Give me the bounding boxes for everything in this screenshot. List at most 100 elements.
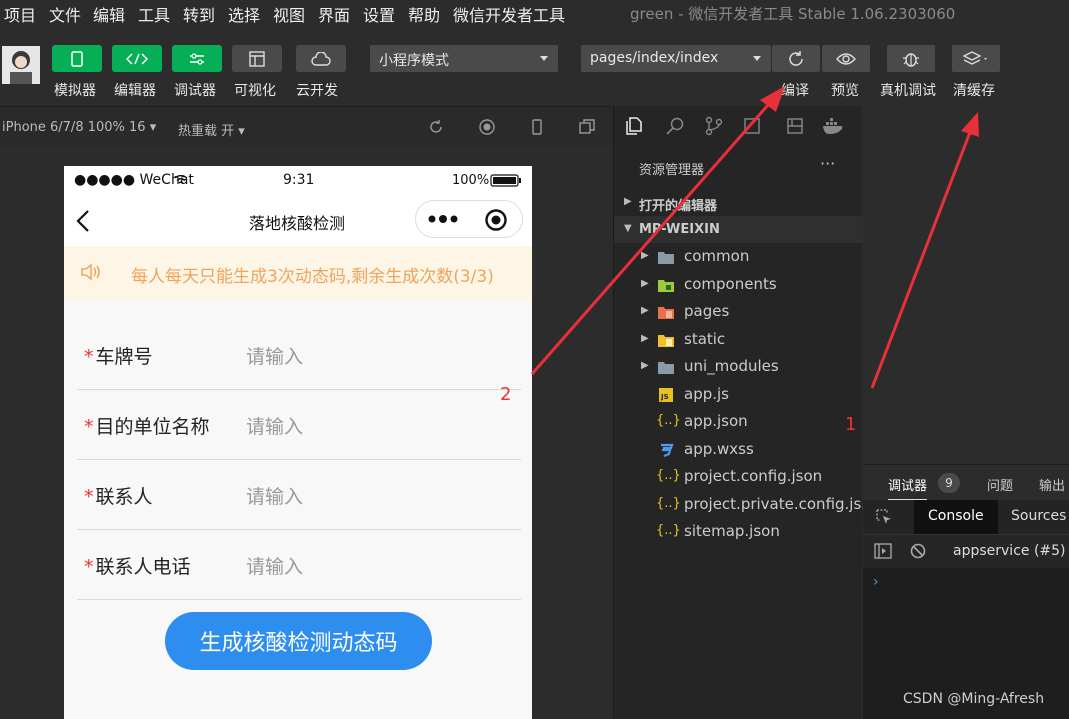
context-select[interactable]: appservice (#5) bbox=[953, 543, 1066, 559]
tree-folder-components[interactable]: ▶ components bbox=[614, 272, 863, 299]
compile-label: 编译 bbox=[781, 83, 809, 99]
tree-folder-pages[interactable]: ▶ pages bbox=[614, 299, 863, 326]
extensions-icon[interactable] bbox=[785, 116, 805, 136]
detach-window-icon[interactable] bbox=[578, 118, 596, 136]
search-icon[interactable] bbox=[665, 116, 685, 136]
wifi-icon bbox=[174, 175, 188, 184]
console-prompt: › bbox=[873, 574, 879, 590]
form-row-plate: * 车牌号 请输入 bbox=[77, 320, 521, 390]
tree-folder-static[interactable]: ▶ static bbox=[614, 327, 863, 354]
menu-settings[interactable]: 设置 bbox=[363, 2, 395, 26]
plate-input[interactable]: 请输入 bbox=[246, 342, 303, 369]
menu-file[interactable]: 文件 bbox=[49, 2, 81, 26]
remote-debug-button[interactable] bbox=[887, 45, 935, 72]
menu-select[interactable]: 选择 bbox=[228, 2, 260, 26]
device-select[interactable]: iPhone 6/7/8 100% 16 ▾ bbox=[2, 120, 156, 135]
clear-cache-label: 清缓存 bbox=[953, 83, 995, 99]
bug-icon bbox=[903, 52, 919, 67]
code-icon bbox=[126, 52, 148, 65]
notice-bar: 每人每天只能生成3次动态码,剩余生成次数(3/3) bbox=[64, 246, 532, 300]
tab-output[interactable]: 输出 bbox=[1039, 475, 1065, 494]
back-icon[interactable] bbox=[76, 210, 90, 232]
devtools-window: 项目 文件 编辑 工具 转到 选择 视图 界面 设置 帮助 微信开发者工具 gr… bbox=[0, 0, 1069, 719]
more-dots-icon[interactable] bbox=[428, 213, 458, 225]
console-output[interactable]: › CSDN @Ming-Afresh bbox=[863, 568, 1069, 719]
explorer-panel: 资源管理器 ··· ▶ 打开的编辑器 ▼ MP-WEIXIN ▶ common … bbox=[613, 106, 876, 719]
contact-input[interactable]: 请输入 bbox=[246, 482, 303, 509]
tab-sources[interactable]: Sources bbox=[997, 500, 1069, 534]
menu-tools[interactable]: 工具 bbox=[138, 2, 170, 26]
phone-input[interactable]: 请输入 bbox=[246, 552, 303, 579]
tab-console[interactable]: Console bbox=[914, 500, 998, 534]
avatar[interactable] bbox=[2, 46, 40, 84]
menu-goto[interactable]: 转到 bbox=[183, 2, 215, 26]
inspect-element-icon[interactable] bbox=[875, 508, 893, 526]
close-miniprogram-icon[interactable] bbox=[484, 208, 508, 232]
tree-folder-common[interactable]: ▶ common bbox=[614, 244, 863, 271]
simulator-label: 模拟器 bbox=[54, 83, 96, 99]
tree-file-project-private-config[interactable]: {..} project.private.config.js... bbox=[614, 492, 876, 519]
docker-icon[interactable] bbox=[821, 116, 845, 136]
tree-file-sitemap[interactable]: {..} sitemap.json bbox=[614, 519, 863, 546]
debugger-label: 调试器 bbox=[174, 83, 216, 99]
field-label: * 目的单位名称 bbox=[84, 412, 210, 439]
hot-reload-toggle[interactable]: 热重载 开 ▾ bbox=[178, 120, 245, 139]
mobile-icon[interactable] bbox=[528, 118, 546, 136]
tree-item-name: app.wxss bbox=[684, 440, 754, 458]
phone-screen: ●●●●● WeChat 9:31 100% 落地核酸检测 每人每天只能生成3次… bbox=[64, 166, 532, 719]
compile-button[interactable] bbox=[772, 45, 820, 72]
debugger-button[interactable] bbox=[172, 45, 222, 72]
tree-folder-uni-modules[interactable]: ▶ uni_modules bbox=[614, 354, 863, 381]
files-icon[interactable] bbox=[624, 116, 644, 136]
page-select[interactable]: pages/index/index bbox=[581, 45, 771, 72]
mode-select[interactable]: 小程序模式 bbox=[370, 45, 558, 72]
open-editors-section[interactable]: ▶ 打开的编辑器 bbox=[614, 189, 863, 216]
cloud-button[interactable] bbox=[296, 45, 346, 72]
status-time: 9:31 bbox=[283, 172, 315, 188]
speaker-icon bbox=[81, 263, 100, 281]
project-label: MP-WEIXIN bbox=[639, 222, 720, 237]
rotate-icon[interactable] bbox=[427, 118, 445, 136]
clear-console-icon[interactable] bbox=[910, 543, 926, 559]
simulator-button[interactable] bbox=[52, 45, 102, 72]
window-title: green - 微信开发者工具 Stable 1.06.2303060 bbox=[630, 5, 956, 23]
menu-project[interactable]: 项目 bbox=[4, 2, 36, 26]
annotation-label-1: 1 bbox=[845, 414, 857, 435]
preview-button[interactable] bbox=[822, 45, 870, 72]
json-file-icon: {..} bbox=[656, 413, 681, 428]
debug-icon[interactable] bbox=[742, 116, 762, 136]
nav-title: 落地核酸检测 bbox=[249, 214, 346, 233]
tree-item-name: static bbox=[684, 330, 726, 348]
page-select-value: pages/index/index bbox=[590, 50, 719, 66]
menu-interface[interactable]: 界面 bbox=[318, 2, 350, 26]
tree-file-project-config[interactable]: {..} project.config.json bbox=[614, 464, 863, 491]
menu-wechat-devtools[interactable]: 微信开发者工具 bbox=[453, 2, 565, 26]
json-file-icon: {..} bbox=[656, 496, 681, 511]
record-icon[interactable] bbox=[478, 118, 496, 136]
css-file-icon bbox=[661, 443, 674, 457]
activity-bar bbox=[614, 106, 863, 146]
visual-button[interactable] bbox=[232, 45, 282, 72]
sidebar-toggle-icon[interactable] bbox=[874, 543, 892, 559]
menu-help[interactable]: 帮助 bbox=[408, 2, 440, 26]
project-section[interactable]: ▼ MP-WEIXIN bbox=[614, 216, 863, 243]
clear-cache-button[interactable] bbox=[952, 45, 1000, 72]
tree-file-app-js[interactable]: JS app.js bbox=[614, 382, 863, 409]
editor-button[interactable] bbox=[112, 45, 162, 72]
tab-problems[interactable]: 问题 bbox=[987, 475, 1013, 494]
tree-file-app-json[interactable]: {..} app.json bbox=[614, 409, 863, 436]
chevron-right-icon: ▶ bbox=[641, 333, 649, 344]
chevron-right-icon: ▶ bbox=[641, 305, 649, 316]
unit-input[interactable]: 请输入 bbox=[246, 412, 303, 439]
source-control-icon[interactable] bbox=[704, 116, 724, 136]
chevron-down-icon: ▼ bbox=[624, 223, 632, 234]
tab-debugger[interactable]: 调试器 bbox=[888, 475, 928, 501]
more-icon[interactable]: ··· bbox=[820, 154, 835, 173]
menu-view[interactable]: 视图 bbox=[273, 2, 305, 26]
tree-file-app-wxss[interactable]: app.wxss bbox=[614, 437, 863, 464]
console-toolbar: appservice (#5) bbox=[863, 534, 1069, 568]
tree-item-name: uni_modules bbox=[684, 357, 779, 375]
json-file-icon: {..} bbox=[656, 468, 681, 483]
menu-edit[interactable]: 编辑 bbox=[93, 2, 125, 26]
generate-code-button[interactable]: 生成核酸检测动态码 bbox=[165, 612, 432, 670]
